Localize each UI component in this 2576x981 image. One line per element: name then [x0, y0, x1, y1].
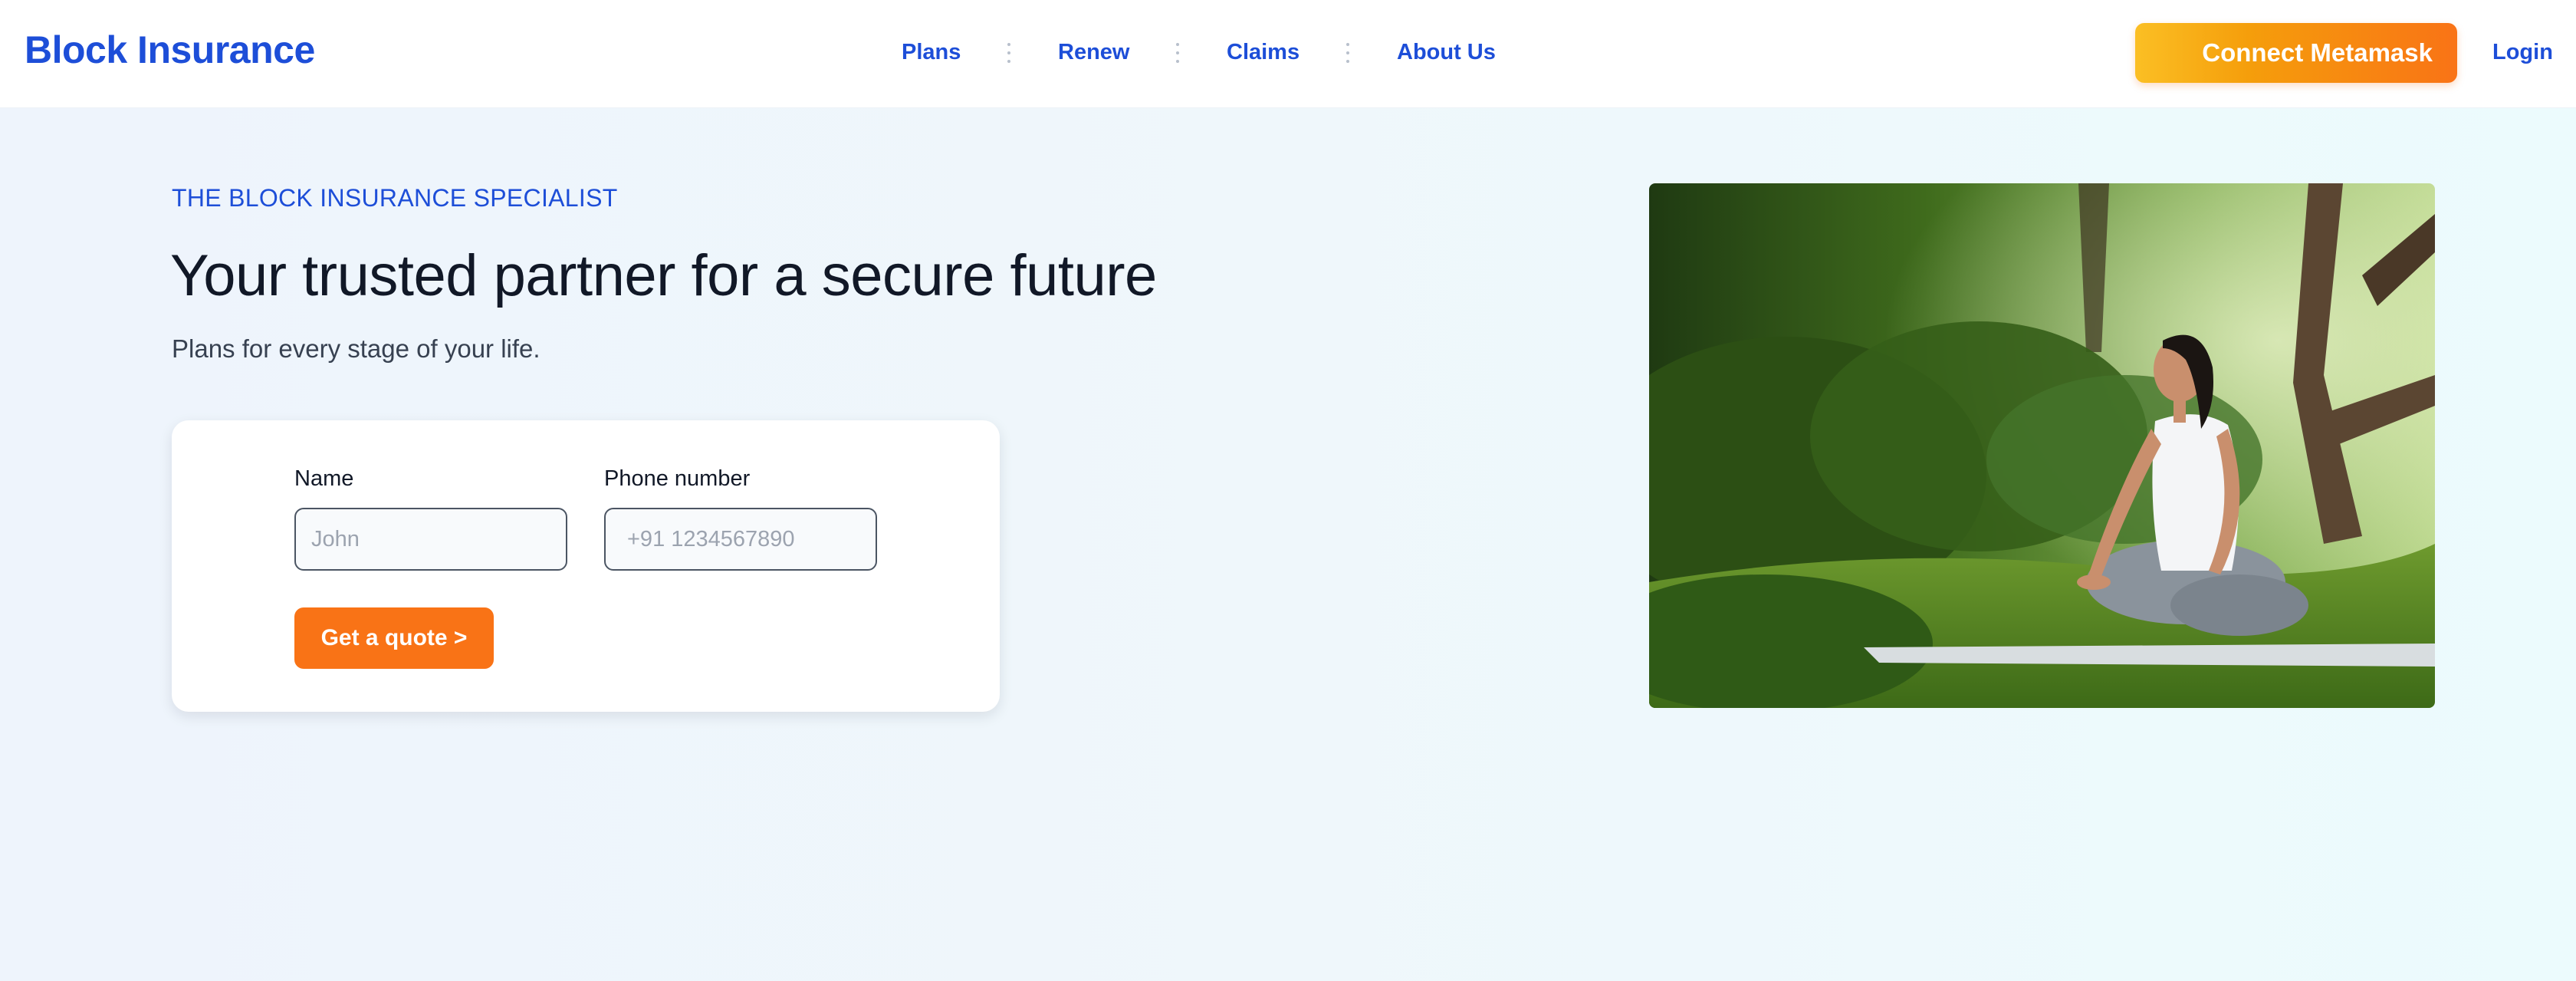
quote-form-card: Name Phone number Get a quote > — [172, 420, 1000, 712]
connect-metamask-button[interactable]: Connect Metamask — [2135, 23, 2457, 83]
login-link[interactable]: Login — [2492, 40, 2553, 65]
name-input[interactable] — [294, 508, 567, 571]
nav-plans[interactable]: Plans — [902, 40, 961, 65]
phone-label: Phone number — [604, 466, 751, 491]
hero-photo-woman-meditating — [1649, 183, 2435, 708]
brand-logo[interactable]: Block Insurance — [25, 28, 315, 72]
nav-separator — [1346, 43, 1349, 63]
nav-about-us[interactable]: About Us — [1397, 40, 1496, 65]
site-header: Block Insurance Plans Renew Claims About… — [0, 0, 2576, 108]
hero-headline: Your trusted partner for a secure future — [170, 243, 1157, 308]
meditation-illustration — [1649, 183, 2435, 708]
hero-subhead: Plans for every stage of your life. — [172, 334, 540, 363]
nav-separator — [1007, 43, 1010, 63]
hero-eyebrow: THE BLOCK INSURANCE SPECIALIST — [172, 184, 618, 212]
nav-claims[interactable]: Claims — [1227, 40, 1300, 65]
nav-renew[interactable]: Renew — [1058, 40, 1129, 65]
nav-separator — [1176, 43, 1179, 63]
phone-number-input[interactable] — [604, 508, 877, 571]
name-label: Name — [294, 466, 354, 491]
get-quote-button[interactable]: Get a quote > — [294, 607, 494, 669]
